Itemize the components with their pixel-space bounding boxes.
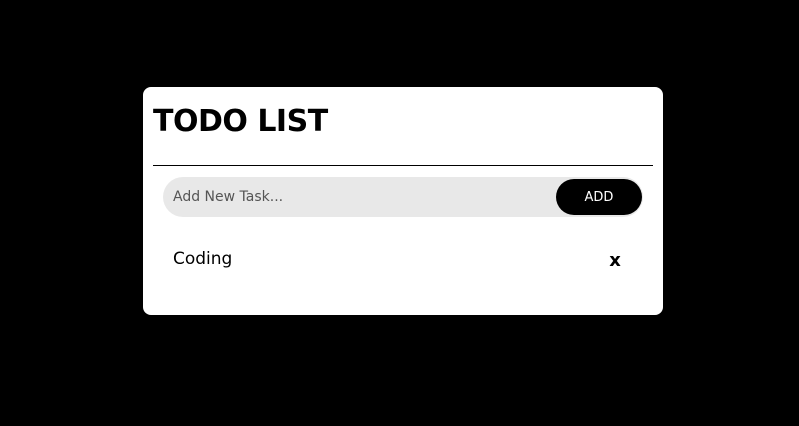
title-divider <box>153 165 653 166</box>
task-text: Coding <box>173 249 233 269</box>
add-task-button[interactable]: ADD <box>556 179 642 215</box>
new-task-input[interactable] <box>173 177 543 217</box>
list-item: Coding x <box>163 237 643 285</box>
page-title: TODO LIST <box>153 104 328 139</box>
add-task-bar: ADD <box>163 177 643 217</box>
todo-card: TODO LIST ADD Coding x <box>143 87 663 315</box>
task-list: Coding x <box>163 237 643 285</box>
delete-task-button[interactable]: x <box>603 249 627 273</box>
